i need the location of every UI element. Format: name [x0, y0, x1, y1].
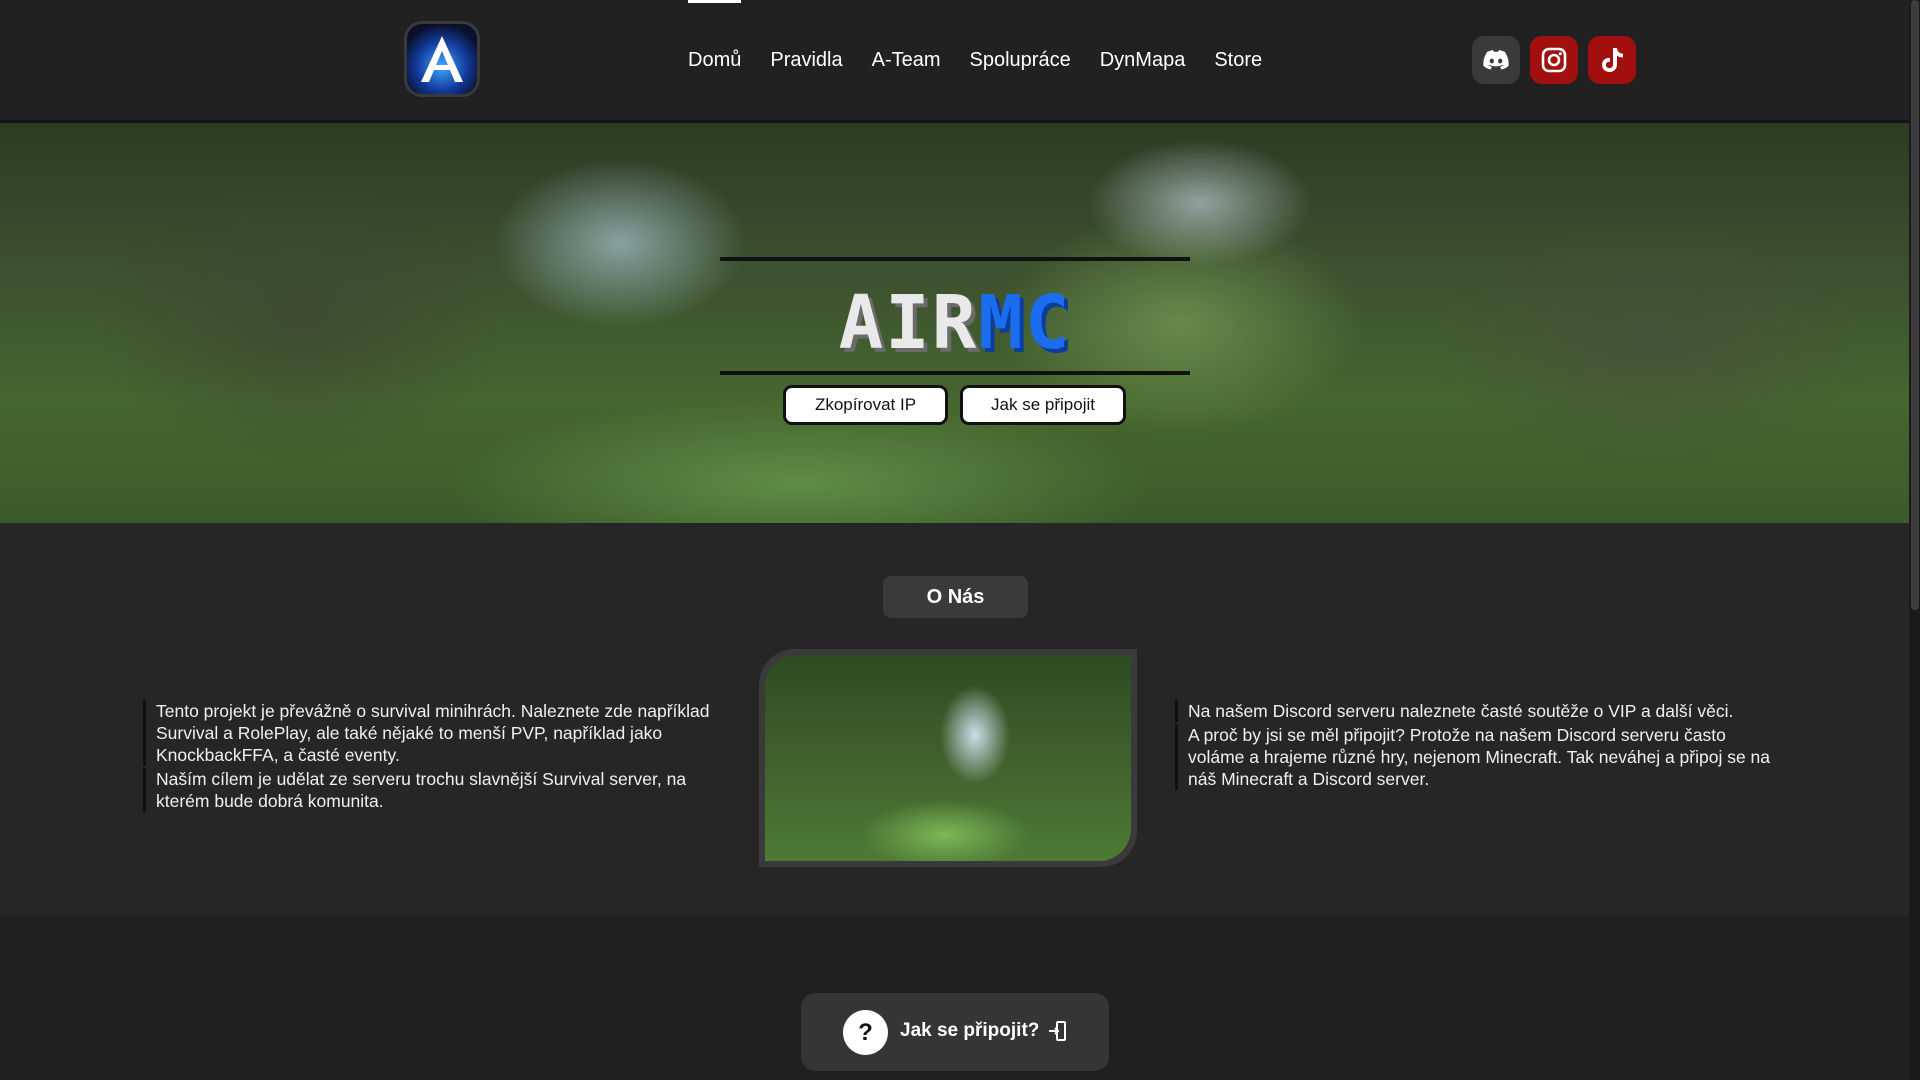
nav-item-a-team[interactable]: A-Team [872, 0, 941, 120]
discord-icon [1483, 50, 1509, 70]
scrollbar-thumb[interactable] [1911, 0, 1919, 610]
how-to-join-card[interactable]: ? Jak se připojit? [801, 993, 1109, 1071]
hero-divider-bottom [720, 371, 1190, 375]
tiktok-icon [1602, 48, 1623, 72]
hero-divider-top [720, 257, 1190, 261]
nav-item-spoluprace[interactable]: Spolupráce [970, 0, 1071, 120]
site-logo[interactable] [404, 21, 480, 97]
hero-title-air: AIR [838, 280, 979, 366]
question-icon: ? [843, 1010, 888, 1055]
logo-a-icon [407, 24, 477, 94]
hero-title: AIRMC [720, 283, 1190, 363]
page-scrollbar[interactable] [1909, 0, 1920, 1080]
about-right-paragraph-2: A proč by jsi se měl připojit? Protože n… [1175, 724, 1785, 790]
tiktok-button[interactable] [1588, 36, 1636, 84]
about-heading: O Nás [883, 576, 1028, 618]
about-text-left: Tento projekt je převážně o survival min… [143, 700, 733, 814]
copy-ip-button[interactable]: Zkopírovat IP [783, 385, 948, 425]
nav-item-pravidla[interactable]: Pravidla [770, 0, 842, 120]
instagram-icon [1541, 47, 1567, 73]
discord-button[interactable] [1472, 36, 1520, 84]
about-left-paragraph-2: Naším cílem je udělat ze serveru trochu … [143, 768, 733, 812]
about-left-paragraph-1: Tento projekt je převážně o survival min… [143, 700, 733, 766]
nav-item-store[interactable]: Store [1214, 0, 1262, 120]
about-text-right: Na našem Discord serveru naleznete časté… [1175, 700, 1785, 792]
nav-item-dynmapa[interactable]: DynMapa [1100, 0, 1186, 120]
hero-title-mc: MC [978, 280, 1072, 366]
about-image-picture [765, 655, 1131, 861]
about-right-paragraph-1: Na našem Discord serveru naleznete časté… [1175, 700, 1785, 722]
sign-in-icon [1049, 1021, 1066, 1041]
instagram-button[interactable] [1530, 36, 1578, 84]
main-nav: Domů Pravidla A-Team Spolupráce DynMapa … [688, 0, 1291, 120]
how-to-join-label: Jak se připojit? [900, 1020, 1040, 1041]
site-header: Domů Pravidla A-Team Spolupráce DynMapa … [0, 0, 1909, 123]
nav-item-domu[interactable]: Domů [688, 0, 742, 120]
hero-banner: AIRMC Zkopírovat IP Jak se připojit [0, 123, 1909, 526]
about-image [759, 649, 1137, 867]
how-to-join-button[interactable]: Jak se připojit [960, 385, 1126, 425]
